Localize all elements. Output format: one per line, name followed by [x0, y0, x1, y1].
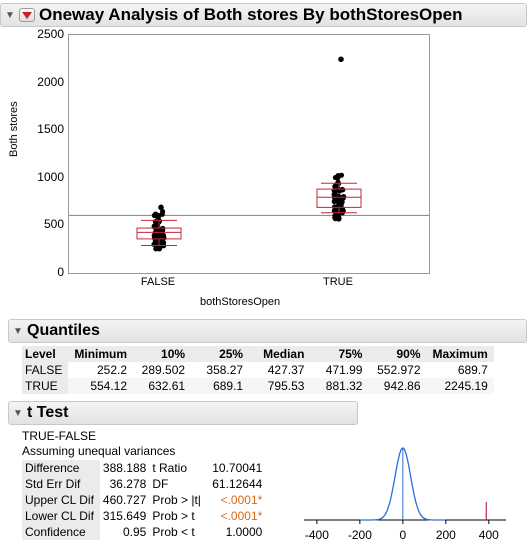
ttest-table: Difference 388.188 t Ratio 10.70041 Std …: [22, 460, 266, 540]
ttest-assumption: Assuming unequal variances: [22, 444, 176, 458]
stat-label: t Ratio: [152, 461, 187, 475]
stat-label: Prob > |t|: [152, 493, 201, 507]
y-tick-label: 1000: [37, 169, 64, 184]
cell-maximum: 2245.19: [426, 378, 494, 394]
col-header-75pct: 75%: [310, 346, 369, 362]
ttest-comparison: TRUE-FALSE: [22, 429, 97, 443]
collapse-triangle-icon[interactable]: ▼: [4, 9, 16, 21]
data-point: [340, 187, 346, 193]
table-row: FALSE 252.2 289.502 358.27 427.37 471.99…: [22, 362, 494, 378]
cell-90pct: 942.86: [368, 378, 427, 394]
stat-label: Prob < t: [152, 525, 195, 539]
x-tick-label: TRUE: [323, 276, 353, 288]
col-header-minimum: Minimum: [68, 346, 134, 362]
table-row: Difference 388.188 t Ratio 10.70041: [22, 460, 266, 476]
y-tick-label: 500: [43, 217, 64, 232]
table-row: TRUE 554.12 632.61 689.1 795.53 881.32 9…: [22, 378, 494, 394]
box-plot-area[interactable]: [68, 34, 430, 274]
cell-level: TRUE: [22, 378, 69, 394]
cell-90pct: 552.972: [377, 363, 421, 377]
quantiles-header: ▼ Quantiles: [8, 319, 527, 343]
stat-value: 36.278: [109, 477, 147, 491]
stat-value: 61.12644: [212, 477, 263, 491]
report-title: Oneway Analysis of Both stores By bothSt…: [39, 5, 463, 24]
data-point: [332, 174, 339, 181]
col-header-maximum: Maximum: [426, 346, 494, 362]
stat-value: <.0001*: [220, 493, 263, 507]
dist-tick-label: 400: [478, 528, 499, 542]
table-row: Std Err Dif 36.278 DF 61.12644: [22, 476, 266, 492]
data-point: [159, 211, 165, 217]
dist-tick-label: 0: [399, 528, 407, 542]
stat-label: Difference: [22, 460, 100, 476]
table-row: Lower CL Dif 315.649 Prob > t <.0001*: [22, 508, 266, 524]
dist-tick-label: -200: [347, 528, 372, 542]
y-axis-label: Both stores: [8, 101, 20, 157]
stat-value: 315.649: [102, 509, 147, 523]
dist-tick-label: -400: [304, 528, 329, 542]
cell-maximum: 689.7: [457, 363, 488, 377]
data-point: [151, 224, 157, 230]
stat-value: 10.70041: [212, 461, 263, 475]
max-point: [338, 56, 344, 63]
stat-label: Std Err Dif: [22, 476, 100, 492]
y-tick-label: 2500: [37, 27, 64, 41]
ttest-title: t Test: [27, 404, 69, 421]
x-tick-label: FALSE: [140, 276, 176, 288]
cell-25pct: 358.27: [206, 363, 244, 377]
data-point: [332, 190, 338, 196]
max-point: [158, 204, 164, 211]
stat-label: DF: [152, 477, 169, 491]
table-row: Upper CL Dif 460.727 Prob > |t| <.0001*: [22, 492, 266, 508]
data-point: [151, 232, 157, 239]
stat-value: <.0001*: [220, 509, 263, 523]
x-axis-label: bothStoresOpen: [200, 296, 281, 308]
stat-label: Lower CL Dif: [22, 508, 100, 524]
oneway-header: ▼ Oneway Analysis of Both stores By both…: [0, 3, 527, 27]
collapse-triangle-icon[interactable]: ▼: [12, 325, 24, 337]
cell-median: 427.37: [267, 363, 305, 377]
stat-value: 1.0000: [225, 525, 263, 539]
box-plot-svg: [69, 56, 429, 252]
t-distribution-plot: [304, 447, 506, 524]
quantiles-title: Quantiles: [27, 322, 100, 339]
col-header-90pct: 90%: [368, 346, 427, 362]
cell-minimum: 252.2: [97, 363, 128, 377]
stat-label: Prob > t: [152, 509, 195, 523]
col-header-25pct: 25%: [191, 346, 250, 362]
col-header-level: Level: [22, 346, 69, 362]
data-point: [331, 198, 337, 205]
cell-75pct: 881.32: [310, 378, 369, 394]
cell-25pct: 689.1: [191, 378, 250, 394]
stat-value: 0.95: [122, 525, 147, 539]
col-header-10pct: 10%: [133, 346, 192, 362]
stat-value: 460.727: [102, 493, 147, 507]
cell-median: 795.53: [249, 378, 311, 394]
collapse-triangle-icon[interactable]: ▼: [12, 407, 24, 419]
stat-label: Upper CL Dif: [22, 492, 100, 508]
col-header-median: Median: [249, 346, 311, 362]
dist-tick-label: 200: [435, 528, 456, 542]
cell-level: FALSE: [22, 362, 69, 378]
quantiles-table: Level Minimum 10% 25% Median 75% 90% Max…: [22, 346, 494, 394]
cell-10pct: 632.61: [133, 378, 192, 394]
y-tick-label: 2000: [37, 74, 64, 89]
table-row: Confidence 0.95 Prob < t 1.0000: [22, 524, 266, 540]
data-point: [338, 172, 345, 178]
y-tick-label: 0: [57, 265, 64, 279]
y-tick-label: 1500: [37, 122, 64, 137]
cell-minimum: 554.12: [68, 378, 134, 394]
stat-label: Confidence: [22, 524, 100, 540]
red-triangle-menu-icon[interactable]: [19, 8, 35, 22]
cell-10pct: 289.502: [141, 363, 186, 377]
ttest-header: ▼ t Test: [8, 401, 358, 425]
stat-value: 388.188: [102, 461, 147, 475]
quantiles-header-row: Level Minimum 10% 25% Median 75% 90% Max…: [22, 346, 494, 362]
data-point: [151, 212, 157, 219]
cell-75pct: 471.99: [325, 363, 363, 377]
